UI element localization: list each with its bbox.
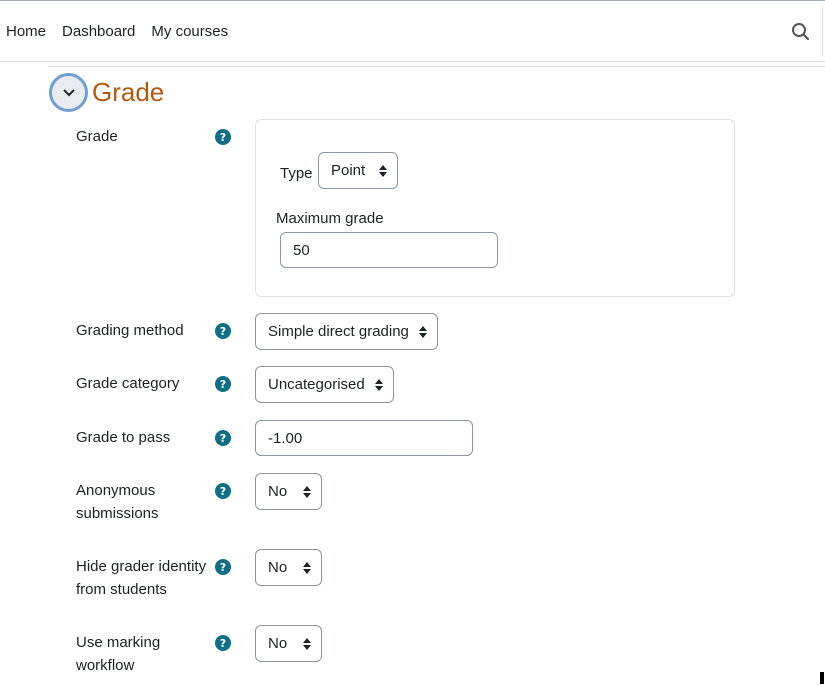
scrollbar-fragment	[820, 672, 824, 684]
sort-arrows-icon	[303, 562, 311, 574]
header-divider	[48, 66, 825, 67]
hide-grader-identity-value: No	[268, 559, 288, 576]
hide-grader-identity-label: Hide grader identity from students	[76, 558, 207, 598]
marking-workflow-value: No	[268, 635, 288, 652]
primary-navigation: Home Dashboard My courses	[0, 1, 238, 61]
anonymous-submissions-help-icon[interactable]: ?	[215, 483, 231, 499]
grade-to-pass-help-icon[interactable]: ?	[215, 430, 231, 446]
anonymous-submissions-value: No	[268, 483, 288, 500]
grading-method-value: Simple direct grading	[268, 323, 409, 340]
grade-fieldset: Type Point Maximum grade 50	[255, 119, 735, 297]
collapse-section-button[interactable]	[49, 73, 88, 112]
top-navbar: Home Dashboard My courses	[0, 0, 825, 62]
hide-grader-identity-help-icon[interactable]: ?	[215, 559, 231, 575]
grade-category-value: Uncategorised	[268, 376, 365, 393]
maximum-grade-label: Maximum grade	[276, 210, 384, 227]
marking-workflow-label: Use marking workflow	[76, 634, 161, 674]
grade-type-value: Point	[331, 162, 366, 179]
sort-arrows-icon	[375, 379, 383, 391]
search-icon[interactable]	[790, 21, 812, 43]
grade-type-label: Type	[280, 165, 313, 182]
grading-method-help-icon[interactable]: ?	[215, 323, 231, 339]
grade-to-pass-label: Grade to pass	[76, 429, 171, 446]
anonymous-submissions-label: Anonymous submissions	[76, 482, 159, 522]
grading-method-label: Grading method	[76, 322, 184, 339]
sort-arrows-icon	[379, 165, 387, 177]
grade-to-pass-input[interactable]: -1.00	[255, 420, 473, 456]
nav-dashboard-link[interactable]: Dashboard	[62, 23, 135, 40]
nav-home-link[interactable]: Home	[6, 23, 46, 40]
grade-category-label: Grade category	[76, 375, 180, 392]
grade-category-select[interactable]: Uncategorised	[255, 366, 394, 403]
sort-arrows-icon	[303, 486, 311, 498]
sort-arrows-icon	[419, 326, 427, 338]
marking-workflow-select[interactable]: No	[255, 625, 322, 662]
grade-category-help-icon[interactable]: ?	[215, 376, 231, 392]
maximum-grade-value: 50	[293, 241, 310, 259]
nav-my-courses-link[interactable]: My courses	[151, 23, 228, 40]
grade-type-select[interactable]: Point	[318, 152, 398, 189]
anonymous-submissions-select[interactable]: No	[255, 473, 322, 510]
marking-workflow-help-icon[interactable]: ?	[215, 635, 231, 651]
chevron-down-icon	[62, 88, 75, 96]
section-title: Grade	[92, 77, 165, 107]
grade-label: Grade	[76, 128, 118, 145]
sort-arrows-icon	[303, 638, 311, 650]
grade-to-pass-value: -1.00	[268, 429, 303, 447]
grade-help-icon[interactable]: ?	[215, 129, 231, 145]
grading-method-select[interactable]: Simple direct grading	[255, 313, 438, 350]
hide-grader-identity-select[interactable]: No	[255, 549, 322, 586]
navbar-divider	[822, 5, 823, 57]
maximum-grade-input[interactable]: 50	[280, 232, 498, 268]
